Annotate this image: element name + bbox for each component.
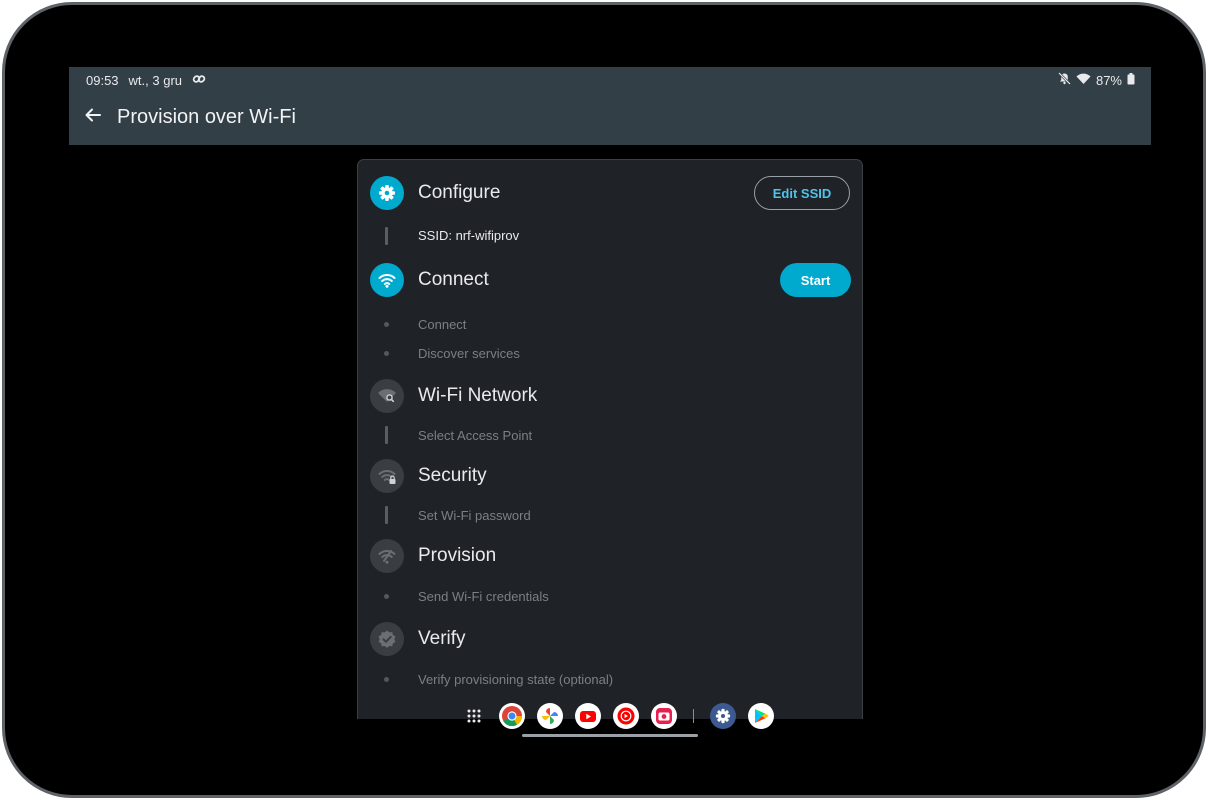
screen: 09:53 wt., 3 gru 87% Provision over Wi-F… bbox=[69, 67, 1151, 741]
select-access-point-substep: Select Access Point bbox=[418, 428, 533, 443]
camera-icon[interactable] bbox=[651, 703, 677, 729]
ssid-value: SSID: nrf-wifiprov bbox=[418, 228, 520, 243]
settings-icon[interactable] bbox=[710, 703, 736, 729]
verified-badge-icon bbox=[370, 622, 404, 656]
step-dot bbox=[384, 594, 389, 599]
link-icon bbox=[192, 72, 206, 89]
chrome-icon[interactable] bbox=[499, 703, 525, 729]
step-connector bbox=[385, 506, 388, 524]
arrow-back-icon bbox=[84, 106, 102, 129]
step-title-verify: Verify bbox=[418, 628, 466, 649]
step-title-connect: Connect bbox=[418, 269, 489, 290]
status-bar-left: 09:53 wt., 3 gru bbox=[86, 72, 206, 88]
wifi-status-icon bbox=[1076, 72, 1091, 88]
edit-ssid-button[interactable]: Edit SSID bbox=[754, 176, 850, 210]
youtube-music-icon[interactable] bbox=[613, 703, 639, 729]
step-title-security: Security bbox=[418, 465, 487, 486]
photos-icon[interactable] bbox=[537, 703, 563, 729]
wifi-provision-icon bbox=[370, 539, 404, 573]
status-bar-right: 87% bbox=[1058, 72, 1135, 88]
provisioning-steps-card: Configure Edit SSID SSID: nrf-wifiprov C… bbox=[357, 159, 863, 719]
gear-icon bbox=[370, 176, 404, 210]
start-button[interactable]: Start bbox=[780, 263, 851, 297]
step-dot bbox=[384, 677, 389, 682]
app-drawer-icon[interactable] bbox=[461, 703, 487, 729]
connect-substep: Connect bbox=[418, 317, 467, 332]
set-wifi-password-substep: Set Wi-Fi password bbox=[418, 508, 531, 523]
step-title-provision: Provision bbox=[418, 545, 497, 566]
wifi-lock-icon bbox=[370, 459, 404, 493]
step-connector bbox=[385, 227, 388, 245]
app-title: Provision over Wi-Fi bbox=[117, 106, 296, 128]
status-time: 09:53 bbox=[86, 72, 119, 88]
wifi-search-icon bbox=[370, 379, 404, 413]
back-button[interactable] bbox=[81, 105, 105, 129]
status-date: wt., 3 gru bbox=[128, 72, 183, 88]
step-title-wifi-network: Wi-Fi Network bbox=[418, 385, 538, 406]
app-bar: 09:53 wt., 3 gru 87% Provision over Wi-F… bbox=[69, 67, 1151, 145]
battery-icon bbox=[1127, 72, 1135, 88]
youtube-icon[interactable] bbox=[575, 703, 601, 729]
gesture-navigation-bar[interactable] bbox=[522, 734, 698, 737]
taskbar bbox=[461, 703, 774, 729]
send-wifi-credentials-substep: Send Wi-Fi credentials bbox=[418, 589, 549, 604]
play-store-icon[interactable] bbox=[748, 703, 774, 729]
step-connector bbox=[385, 426, 388, 444]
step-title-configure: Configure bbox=[418, 182, 501, 203]
wifi-icon bbox=[370, 263, 404, 297]
verify-provisioning-substep: Verify provisioning state (optional) bbox=[418, 672, 614, 687]
step-dot bbox=[384, 351, 389, 356]
step-dot bbox=[384, 322, 389, 327]
mute-icon bbox=[1058, 72, 1071, 88]
battery-level: 87% bbox=[1095, 72, 1122, 88]
discover-services-substep: Discover services bbox=[418, 346, 520, 361]
tablet-frame: 09:53 wt., 3 gru 87% Provision over Wi-F… bbox=[2, 2, 1206, 798]
taskbar-divider bbox=[693, 709, 694, 723]
